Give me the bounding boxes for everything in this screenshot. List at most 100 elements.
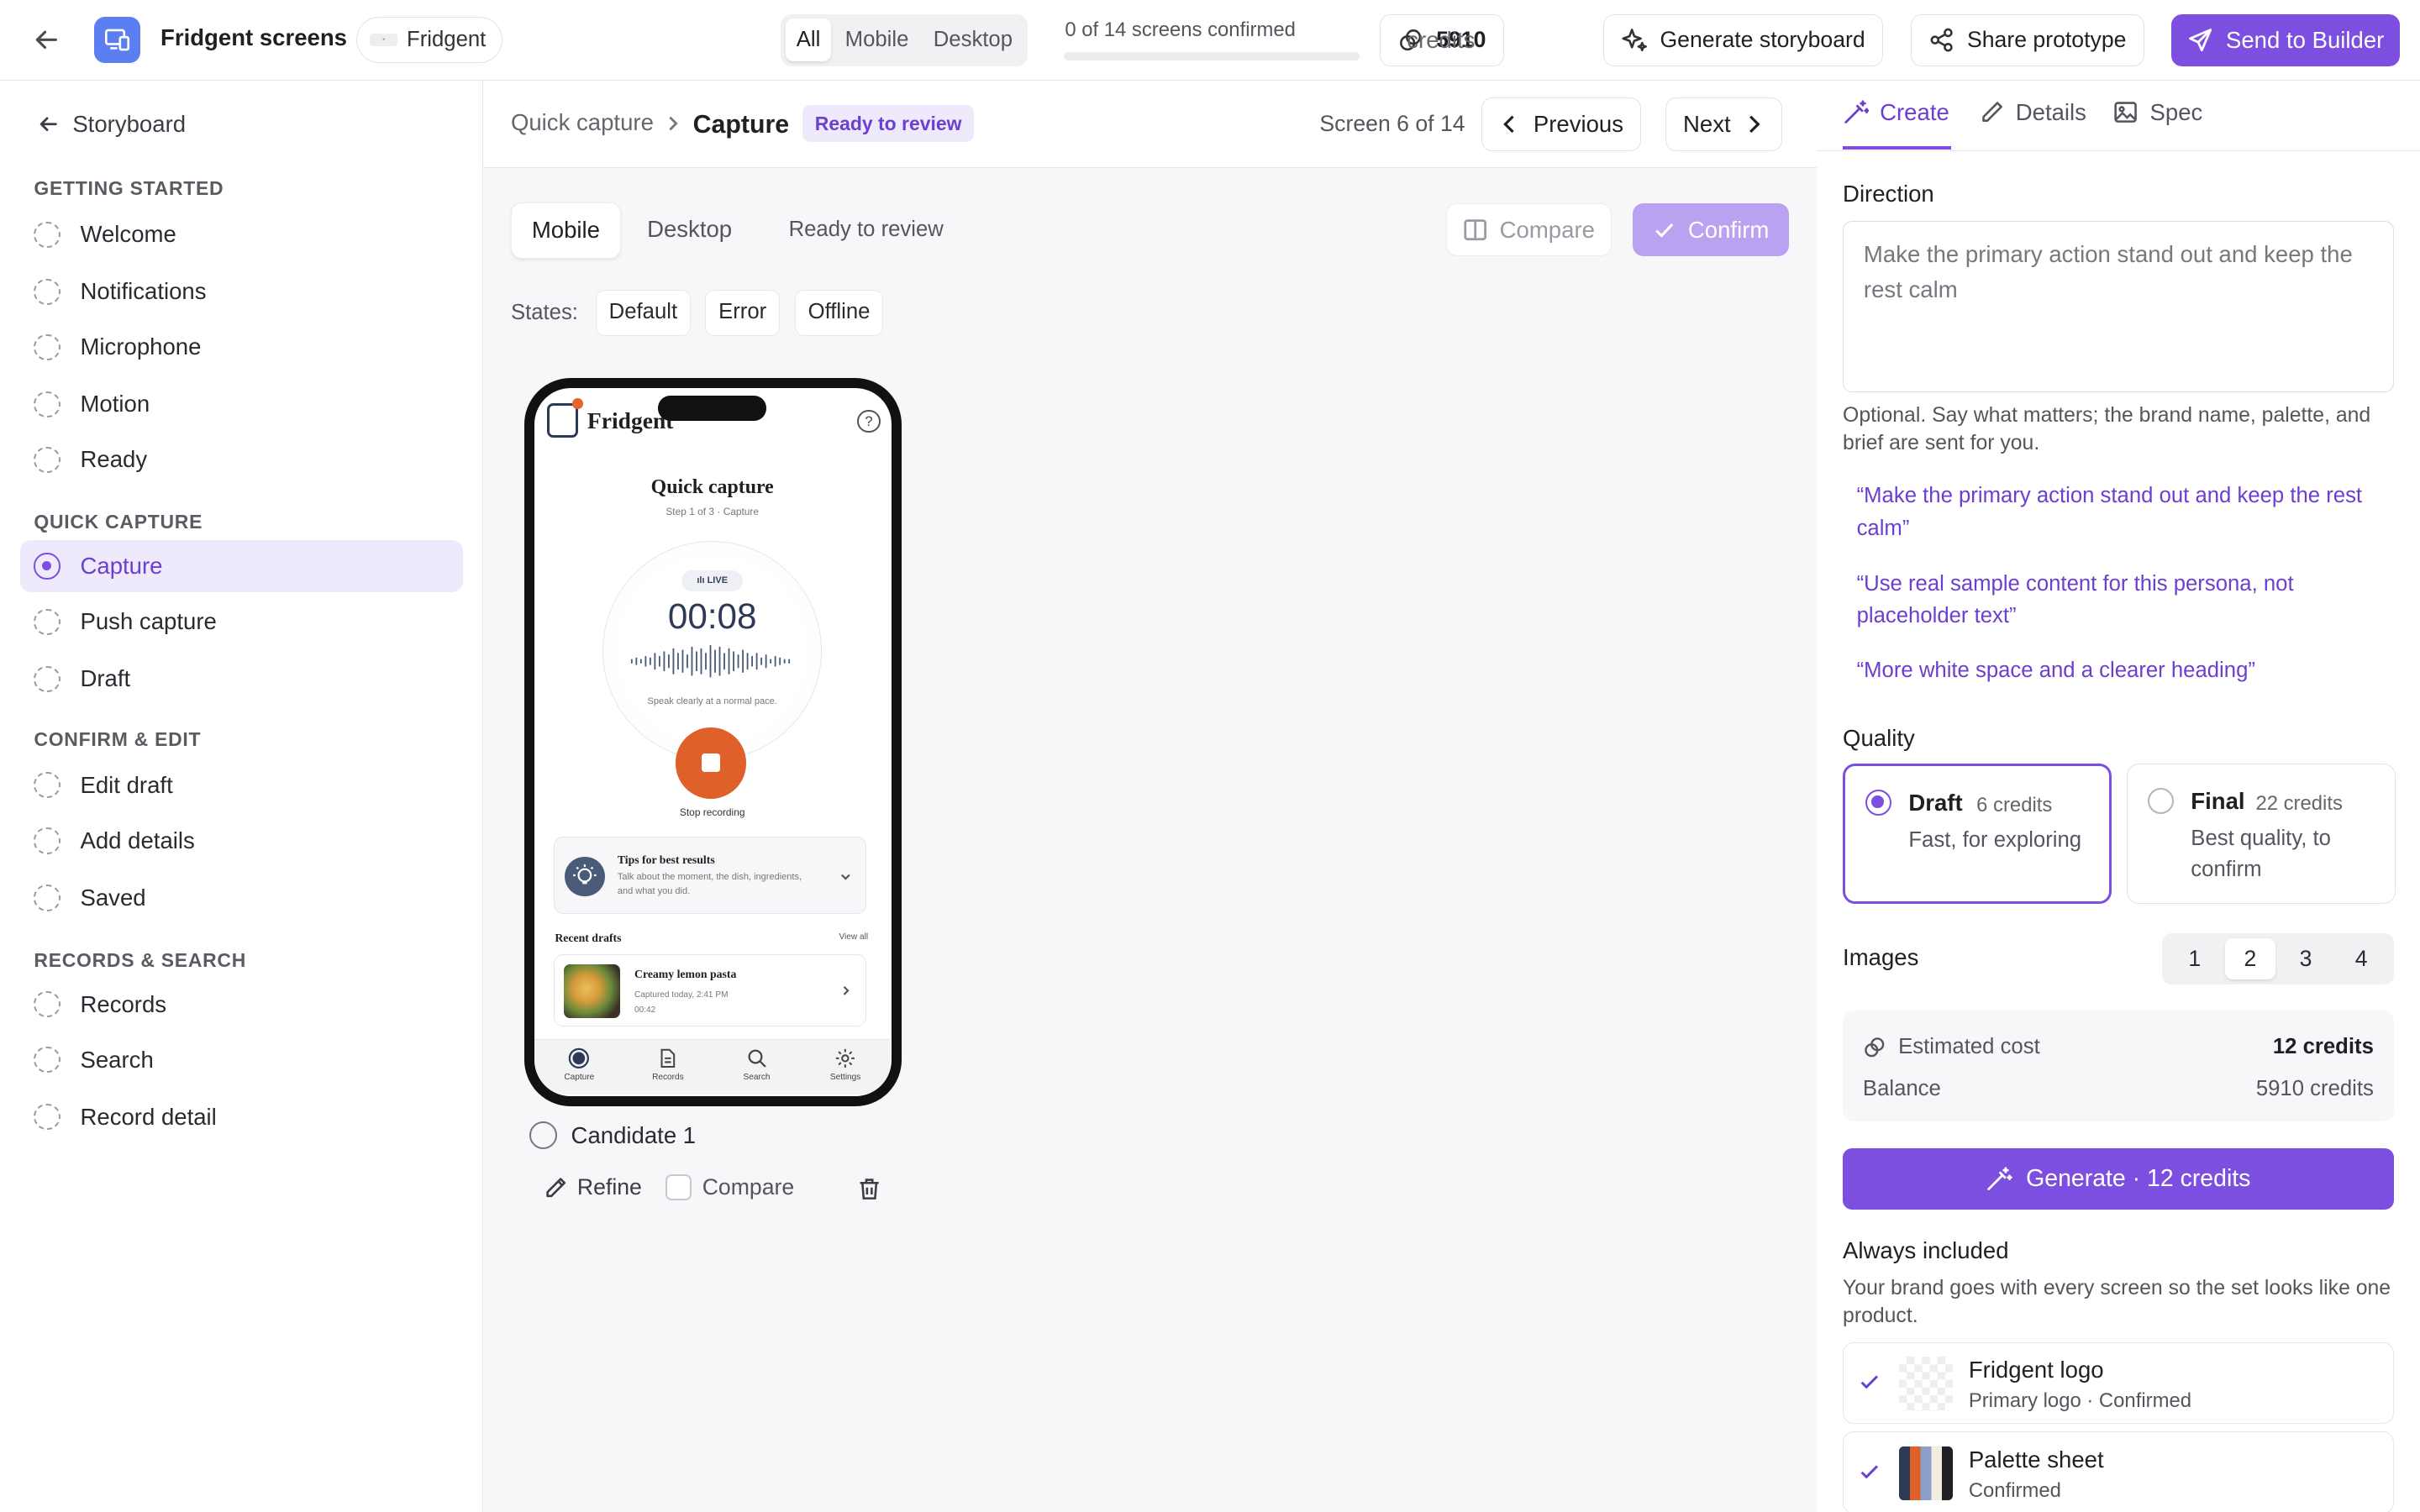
- status-circle-icon: [34, 991, 60, 1018]
- state-chip-default[interactable]: Default: [595, 290, 691, 337]
- storyboard-back-link[interactable]: Storyboard: [37, 111, 186, 138]
- compare-button[interactable]: Compare: [1446, 203, 1612, 256]
- panel-tabs: Create Details Spec: [1816, 81, 2420, 151]
- tab-details[interactable]: Details: [1979, 99, 2086, 126]
- status-circle-icon: [34, 827, 60, 854]
- sidebar-item-label: Search: [80, 1046, 154, 1073]
- asset-palette-sheet[interactable]: Palette sheet Confirmed: [1843, 1431, 2394, 1512]
- palette-thumbnail: [1899, 1446, 1954, 1501]
- sidebar-item-welcome[interactable]: Welcome: [20, 208, 463, 260]
- balance-value: 5910 credits: [2255, 1077, 2374, 1101]
- compare-checkbox[interactable]: Compare: [665, 1173, 795, 1200]
- sidebar-item-microphone[interactable]: Microphone: [20, 321, 463, 373]
- phone-tab-search[interactable]: Search: [726, 1040, 787, 1095]
- share-prototype-button[interactable]: Share prototype: [1910, 13, 2144, 66]
- phone-step: Step 1 of 3 · Capture: [666, 505, 760, 517]
- images-option-4[interactable]: 4: [2336, 938, 2387, 980]
- logo-thumbnail: [1899, 1357, 1954, 1411]
- tips-card[interactable]: Tips for best results Talk about the mom…: [553, 837, 867, 915]
- breadcrumb-parent[interactable]: Quick capture: [511, 109, 654, 136]
- tab-spec[interactable]: Spec: [2112, 99, 2202, 126]
- device-tab-mobile[interactable]: Mobile: [510, 202, 621, 259]
- check-icon: [1861, 1464, 1879, 1478]
- sidebar-item-search[interactable]: Search: [20, 1034, 463, 1086]
- sidebar-item-draft[interactable]: Draft: [20, 653, 463, 705]
- send-icon: [2189, 29, 2212, 52]
- draft-duration: 00:42: [634, 1005, 656, 1015]
- tab-create[interactable]: Create: [1843, 99, 1949, 126]
- compare-checkbox-label: Compare: [702, 1173, 795, 1200]
- sidebar-item-capture[interactable]: Capture: [19, 539, 464, 593]
- filter-tab-all[interactable]: All: [785, 18, 832, 62]
- direction-textarea[interactable]: Make the primary action stand out and ke…: [1843, 220, 2394, 392]
- compare-label: Compare: [1499, 216, 1595, 243]
- candidate-select[interactable]: Candidate 1: [529, 1121, 696, 1150]
- generate-storyboard-button[interactable]: Generate storyboard: [1603, 13, 1883, 66]
- filter-tab-mobile[interactable]: Mobile: [834, 18, 919, 61]
- quality-option-final[interactable]: Final 22 credits Best quality, to confir…: [2127, 764, 2396, 905]
- sidebar-item-records[interactable]: Records: [20, 978, 463, 1030]
- share-icon: [1930, 28, 1953, 52]
- suggestion-primary-action[interactable]: “Make the primary action stand out and k…: [1857, 480, 2390, 544]
- asset-fridgent-logo[interactable]: Fridgent logo Primary logo · Confirmed: [1843, 1341, 2394, 1425]
- estimated-cost-value: 12 credits: [2272, 1035, 2374, 1059]
- recording-timer: 00:08: [667, 596, 757, 636]
- images-option-3[interactable]: 3: [2281, 938, 2332, 980]
- phone-tab-settings[interactable]: Settings: [814, 1040, 876, 1095]
- active-tab-indicator: [1843, 146, 1951, 150]
- back-arrow-icon[interactable]: [31, 24, 62, 55]
- suggestion-white-space[interactable]: “More white space and a clearer heading”: [1857, 654, 2390, 687]
- phone-tab-records[interactable]: Records: [637, 1040, 698, 1095]
- tips-title: Tips for best results: [617, 853, 715, 866]
- sidebar-item-record-detail[interactable]: Record detail: [20, 1091, 463, 1143]
- previous-button[interactable]: Previous: [1481, 97, 1642, 151]
- send-to-builder-button[interactable]: Send to Builder: [2171, 13, 2401, 66]
- sidebar-item-motion[interactable]: Motion: [20, 378, 463, 430]
- images-option-2[interactable]: 2: [2224, 937, 2276, 980]
- credits-button[interactable]: 5910 credits: [1380, 13, 1504, 66]
- brand-logo-icon: ▪: [369, 34, 398, 47]
- candidate-radio[interactable]: [529, 1121, 558, 1150]
- confirmed-progress-bar: [1063, 52, 1360, 60]
- section-title-getting-started: GETTING STARTED: [34, 177, 224, 200]
- radio[interactable]: [2147, 787, 2175, 814]
- trash-icon[interactable]: [856, 1176, 882, 1202]
- sidebar-item-ready[interactable]: Ready: [20, 433, 463, 486]
- suggestion-real-content[interactable]: “Use real sample content for this person…: [1857, 568, 2390, 633]
- sidebar-item-saved[interactable]: Saved: [20, 872, 463, 924]
- share-prototype-label: Share prototype: [1966, 27, 2127, 53]
- device-tab-desktop[interactable]: Desktop: [627, 202, 752, 259]
- images-option-1[interactable]: 1: [2170, 938, 2221, 980]
- confirm-button[interactable]: Confirm: [1633, 203, 1789, 256]
- quality-credits: 22 credits: [2255, 792, 2343, 816]
- sparkles-icon: [1621, 29, 1647, 52]
- sidebar-item-edit-draft[interactable]: Edit draft: [20, 759, 463, 811]
- refine-button[interactable]: Refine: [544, 1174, 642, 1200]
- state-chip-offline[interactable]: Offline: [794, 290, 884, 337]
- recent-draft-item[interactable]: Creamy lemon pasta Captured today, 2:41 …: [553, 954, 867, 1027]
- record-icon: [569, 1047, 590, 1069]
- sidebar-item-notifications[interactable]: Notifications: [20, 265, 463, 318]
- direction-label: Direction: [1843, 180, 1934, 207]
- tab-spec-label: Spec: [2149, 98, 2203, 125]
- image-icon: [2114, 102, 2138, 123]
- generate-button[interactable]: Generate · 12 credits: [1843, 1147, 2394, 1210]
- phone-preview[interactable]: Fridgent ? Quick capture Step 1 of 3 · C…: [524, 377, 902, 1106]
- phone-tab-label: Settings: [829, 1072, 861, 1082]
- sidebar-item-add-details[interactable]: Add details: [20, 815, 463, 867]
- filter-tab-desktop[interactable]: Desktop: [923, 18, 1023, 61]
- quality-option-draft[interactable]: Draft 6 credits Fast, for exploring: [1843, 764, 2112, 905]
- sidebar-item-push-capture[interactable]: Push capture: [20, 596, 463, 648]
- state-chip-error[interactable]: Error: [705, 290, 780, 337]
- next-button[interactable]: Next: [1665, 97, 1783, 151]
- phone-tab-capture[interactable]: Capture: [549, 1040, 610, 1095]
- view-all-link[interactable]: View all: [839, 932, 868, 942]
- radio-selected[interactable]: [1865, 789, 1892, 816]
- confirm-label: Confirm: [1687, 216, 1770, 243]
- brand-chip[interactable]: ▪ Fridgent: [356, 17, 502, 64]
- check-icon: [1655, 223, 1674, 238]
- checkbox[interactable]: [665, 1173, 692, 1200]
- magic-wand-icon: [1844, 100, 1870, 123]
- live-label: LIVE: [707, 575, 729, 585]
- stop-recording-button[interactable]: [675, 727, 747, 799]
